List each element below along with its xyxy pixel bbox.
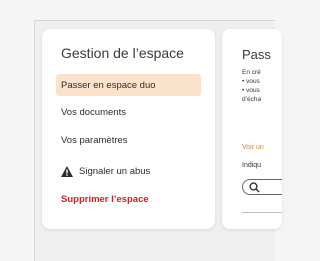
right-panel-text-line: • vous: [242, 87, 260, 94]
menu-item-label: Vos paramètres: [61, 134, 128, 146]
right-panel-text-line: d’écha: [242, 96, 262, 103]
search-icon: [249, 182, 260, 193]
menu-item-label: Vos documents: [61, 106, 126, 118]
panel-title: Gestion de l’espace: [61, 45, 184, 61]
search-input[interactable]: [242, 179, 282, 195]
right-panel-text-line: • vous: [242, 78, 260, 85]
right-panel-field-label: Indiqu: [242, 162, 262, 169]
menu-item-delete-space[interactable]: Supprimer l’espace: [56, 188, 201, 210]
divider: [242, 212, 282, 213]
warning-icon: [61, 165, 73, 177]
menu-item-label: Passer en espace duo: [61, 79, 156, 91]
menu-item-report-abuse[interactable]: Signaler un abus: [56, 160, 201, 182]
menu-item-switch-to-duo[interactable]: Passer en espace duo: [56, 74, 201, 96]
menu-item-settings[interactable]: Vos paramètres: [56, 129, 201, 151]
right-panel: Pass En cré • vous • vous d’écha Voir un…: [222, 29, 282, 229]
space-management-panel: Gestion de l’espace Passer en espace duo…: [42, 29, 215, 229]
menu-item-label: Signaler un abus: [79, 165, 151, 177]
menu-item-label: Supprimer l’espace: [61, 193, 149, 205]
right-panel-link[interactable]: Voir un: [242, 144, 264, 151]
right-panel-title: Pass: [242, 47, 271, 62]
menu-item-documents[interactable]: Vos documents: [56, 101, 201, 123]
right-panel-text-line: En cré: [242, 69, 261, 76]
